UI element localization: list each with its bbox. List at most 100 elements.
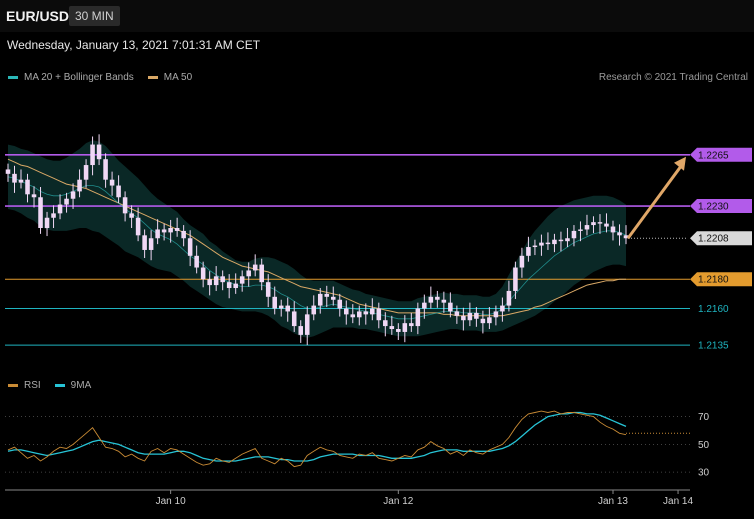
candle-body <box>584 225 590 230</box>
candle-body <box>610 226 616 233</box>
x-tick-label: Jan 10 <box>156 496 186 507</box>
x-tick-label: Jan 13 <box>598 496 628 507</box>
candle-body <box>383 320 388 327</box>
candle-body <box>337 299 343 309</box>
candle-body <box>103 159 108 180</box>
candle-body <box>376 308 382 321</box>
level-label-3: 1.2180 <box>698 275 729 286</box>
candle-body <box>480 318 486 324</box>
level-label-5: 1.2135 <box>698 341 729 352</box>
candle-body <box>291 311 297 327</box>
level-label-1: 1.2230 <box>698 202 729 213</box>
candle-body <box>370 308 375 315</box>
candle-body <box>506 290 512 306</box>
candle-body <box>487 317 492 324</box>
candle-body <box>272 296 277 309</box>
candle-body <box>233 283 238 289</box>
forecast-arrow-shaft <box>626 163 684 240</box>
candle-body <box>343 308 349 315</box>
level-label-0: 1.2265 <box>698 150 729 161</box>
candle-body <box>435 296 440 300</box>
candle-body <box>122 197 128 214</box>
candle-body <box>213 276 219 286</box>
candle-body <box>44 217 50 228</box>
chart-canvas[interactable]: 1.2265 1.2230 1.2208 1.2180 1.2160 1.2135 70 5… <box>0 0 754 519</box>
candle-body <box>174 228 180 231</box>
candle-body <box>220 276 225 283</box>
candle-body <box>565 238 570 242</box>
candle-body <box>428 296 434 303</box>
candle-body <box>422 302 427 309</box>
x-tick-label: Jan 12 <box>383 496 413 507</box>
candle-body <box>578 229 583 231</box>
rsi-tick-label: 50 <box>698 440 710 451</box>
candle-body <box>454 311 460 316</box>
candle-body <box>12 173 17 183</box>
candle-body <box>350 314 356 318</box>
candle-body <box>64 198 69 205</box>
candle-body <box>474 312 479 319</box>
rsi-tick-label: 30 <box>698 468 710 479</box>
x-axis: Jan 10 Jan 12 Jan 13 Jan 14 <box>5 489 693 507</box>
candle-body <box>265 282 271 297</box>
candle-body <box>500 305 505 312</box>
candle-body <box>168 228 173 233</box>
candle-body <box>96 144 102 160</box>
candle-body <box>226 282 232 289</box>
candle-body <box>129 213 134 218</box>
rsi-panel: 70 50 30 <box>5 410 710 479</box>
candle-body <box>552 239 557 245</box>
candle-body <box>83 165 89 180</box>
candle-body <box>539 242 544 246</box>
candle-body <box>330 296 336 300</box>
candle-body <box>90 144 95 166</box>
candle-body <box>558 239 564 242</box>
level-label-4: 1.2160 <box>698 304 729 315</box>
candle-body <box>155 229 160 239</box>
candle-body <box>51 213 56 218</box>
candle-body <box>252 264 258 271</box>
candle-body <box>389 326 395 330</box>
candle-body <box>396 329 401 332</box>
candle-body <box>461 315 466 321</box>
candle-body <box>597 222 603 224</box>
candle-body <box>409 323 414 327</box>
level-label-2: 1.2208 <box>698 234 729 245</box>
candle-body <box>317 293 323 306</box>
candle-body <box>545 242 551 245</box>
candle-body <box>591 222 596 226</box>
level-labels: 1.2265 1.2230 1.2208 1.2180 1.2160 1.2135 <box>690 147 752 352</box>
candle-body <box>31 194 37 198</box>
candle-body <box>142 235 147 250</box>
candle-body <box>57 204 63 214</box>
candle-body <box>161 229 167 233</box>
candle-body <box>207 279 212 286</box>
candle-body <box>116 185 121 198</box>
candle-body <box>448 302 453 312</box>
candle-body <box>363 311 369 315</box>
candle-body <box>519 255 525 268</box>
candle-body <box>77 179 82 192</box>
candle-body <box>532 245 538 248</box>
candle-body <box>441 299 447 303</box>
candle-body <box>239 276 245 284</box>
candle-body <box>304 314 310 335</box>
candle-body <box>415 308 421 327</box>
candle-body <box>181 230 186 239</box>
candle-body <box>571 230 577 239</box>
candle-body <box>298 326 304 335</box>
candle-body <box>70 191 76 199</box>
candle-body <box>187 238 193 256</box>
candle-body <box>18 179 24 183</box>
candle-body <box>493 311 499 318</box>
candle-body <box>38 197 43 228</box>
candle-body <box>200 267 206 280</box>
candle-body <box>135 217 141 236</box>
rsi-9ma-line <box>7 411 627 462</box>
candle-body <box>526 247 531 256</box>
candle-body <box>148 238 154 250</box>
candle-body <box>467 312 473 321</box>
candle-body <box>311 305 317 315</box>
x-tick-label: Jan 14 <box>663 496 693 507</box>
rsi-tick-label: 70 <box>698 412 710 423</box>
